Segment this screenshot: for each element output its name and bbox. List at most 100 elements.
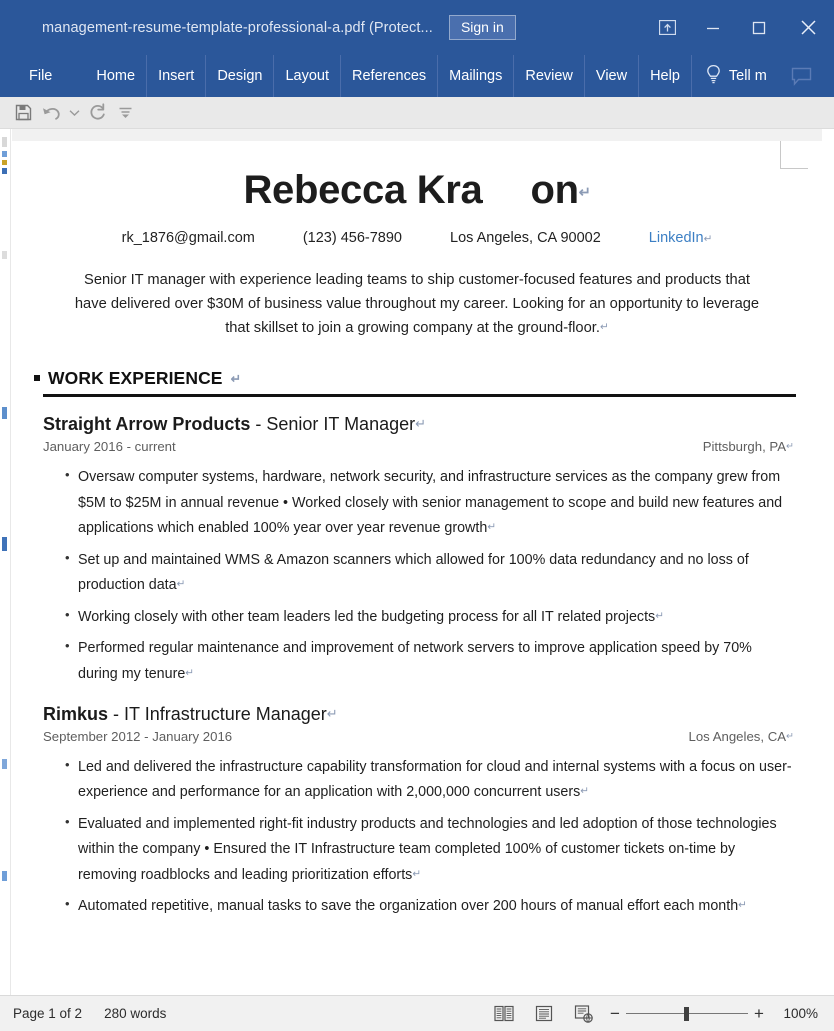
- page-indicator[interactable]: Page 1 of 2: [0, 1006, 82, 1021]
- job-bullet: • Performed regular maintenance and impr…: [65, 636, 792, 687]
- tell-me-label: Tell m: [728, 68, 767, 84]
- bullet-icon: •: [65, 813, 70, 829]
- job-bullet: • Set up and maintained WMS & Amazon sca…: [65, 548, 792, 599]
- maximize-icon[interactable]: [736, 9, 782, 47]
- job-dates: September 2012 - January 2016: [43, 728, 233, 744]
- rail-mark: [2, 168, 7, 174]
- job-location-wrap: Los Angeles, CA↵: [689, 729, 794, 744]
- job-entry: Straight Arrow Products - Senior IT Mana…: [30, 414, 804, 687]
- document-workspace: Rebecca Kra on↵ rk_1876@gmail.com (123) 4…: [0, 129, 834, 995]
- pilcrow-mark: ↵: [412, 868, 421, 880]
- comment-icon[interactable]: [791, 67, 812, 86]
- bullet-text: Evaluated and implemented right-fit indu…: [78, 812, 792, 888]
- zoom-slider[interactable]: [626, 1006, 748, 1021]
- sign-in-button[interactable]: Sign in: [448, 15, 516, 40]
- redo-icon[interactable]: [84, 100, 110, 126]
- job-location: Pittsburgh, PA: [702, 439, 787, 455]
- read-mode-icon[interactable]: [484, 999, 524, 1029]
- close-icon[interactable]: [782, 9, 834, 47]
- pilcrow-mark: ↵: [185, 667, 194, 679]
- pilcrow-mark: ↵: [326, 705, 338, 721]
- tab-layout[interactable]: Layout: [274, 55, 342, 97]
- pilcrow-mark: ↵: [738, 900, 747, 912]
- tab-references[interactable]: References: [341, 55, 439, 97]
- ribbon-display-options-icon[interactable]: [644, 9, 690, 47]
- job-company: Straight Arrow Products: [43, 414, 251, 435]
- chevron-down-icon[interactable]: [66, 100, 82, 126]
- section-divider: [43, 394, 796, 398]
- resume-name: Rebecca Kra on↵: [30, 168, 804, 213]
- bullet-body: Working closely with other team leaders …: [78, 608, 656, 625]
- bullet-icon: •: [65, 756, 70, 772]
- document-title: management-resume-template-professional-…: [42, 19, 433, 36]
- bullet-icon: •: [65, 467, 70, 483]
- tab-design[interactable]: Design: [206, 55, 275, 97]
- job-company: Rimkus: [43, 703, 109, 724]
- customize-qat-icon[interactable]: [112, 100, 138, 126]
- bullet-text: Performed regular maintenance and improv…: [78, 636, 792, 687]
- contact-phone: (123) 456-7890: [302, 230, 403, 246]
- document-page[interactable]: Rebecca Kra on↵ rk_1876@gmail.com (123) 4…: [12, 129, 822, 995]
- bullet-body: Automated repetitive, manual tasks to sa…: [78, 898, 739, 915]
- minimize-icon[interactable]: [690, 9, 736, 47]
- rail-mark: [2, 160, 7, 165]
- job-role: Senior IT Manager: [266, 414, 416, 435]
- pilcrow-mark: ↵: [655, 610, 664, 622]
- tab-mailings[interactable]: Mailings: [438, 55, 515, 97]
- job-bullet: • Automated repetitive, manual tasks to …: [65, 894, 792, 919]
- bullet-text: Automated repetitive, manual tasks to sa…: [78, 894, 792, 919]
- rail-mark: [2, 251, 7, 259]
- tab-view[interactable]: View: [585, 55, 640, 97]
- pilcrow-mark: ↵: [703, 234, 713, 245]
- bullet-body: Evaluated and implemented right-fit indu…: [78, 815, 777, 883]
- zoom-level-label[interactable]: 100%: [770, 1006, 822, 1021]
- job-role: IT Infrastructure Manager: [124, 703, 327, 724]
- job-bullet: • Led and delivered the infrastructure c…: [65, 755, 792, 806]
- job-bullet-list: • Oversaw computer systems, hardware, ne…: [30, 465, 804, 687]
- resume-summary: Senior IT manager with experience leadin…: [30, 269, 804, 340]
- tell-me-search[interactable]: Tell m: [692, 64, 767, 89]
- pilcrow-mark: ↵: [230, 372, 242, 387]
- zoom-slider-thumb[interactable]: [684, 1006, 689, 1021]
- tab-file[interactable]: File: [0, 55, 78, 97]
- pilcrow-mark: ↵: [786, 441, 794, 453]
- ribbon-tab-bar: File Home Insert Design Layout Reference…: [0, 55, 834, 97]
- contact-linkedin-link[interactable]: LinkedIn: [649, 230, 704, 246]
- job-separator: -: [250, 414, 267, 435]
- word-count[interactable]: 280 words: [82, 1006, 166, 1021]
- quick-access-toolbar: [0, 97, 834, 129]
- tab-review[interactable]: Review: [514, 55, 585, 97]
- contact-location: Los Angeles, CA 90002: [450, 230, 601, 246]
- bullet-icon: •: [65, 638, 70, 654]
- tab-insert[interactable]: Insert: [147, 55, 207, 97]
- job-location: Los Angeles, CA: [688, 728, 787, 744]
- job-title-line: Straight Arrow Products - Senior IT Mana…: [30, 414, 804, 435]
- zoom-in-button[interactable]: +: [748, 1004, 770, 1024]
- job-bullet: • Oversaw computer systems, hardware, ne…: [65, 465, 792, 541]
- tab-home[interactable]: Home: [78, 55, 148, 97]
- resume-content: Rebecca Kra on↵ rk_1876@gmail.com (123) 4…: [12, 141, 822, 926]
- tab-help[interactable]: Help: [639, 55, 692, 97]
- rail-mark: [2, 871, 7, 881]
- title-bar: management-resume-template-professional-…: [0, 0, 834, 55]
- web-layout-icon[interactable]: [564, 999, 604, 1029]
- print-layout-icon[interactable]: [524, 999, 564, 1029]
- page-top-gutter: [12, 129, 822, 141]
- section-bullet-icon: [34, 375, 40, 382]
- job-dates: January 2016 - current: [43, 439, 176, 455]
- undo-icon[interactable]: [38, 100, 64, 126]
- rail-mark: [2, 407, 7, 419]
- job-bullet: • Evaluated and implemented right-fit in…: [65, 812, 792, 888]
- resume-summary-text: Senior IT manager with experience leadin…: [74, 272, 760, 336]
- bullet-text: Working closely with other team leaders …: [78, 605, 792, 630]
- zoom-out-button[interactable]: −: [604, 1004, 626, 1024]
- pilcrow-mark: ↵: [580, 786, 589, 798]
- job-bullet: • Working closely with other team leader…: [65, 605, 792, 630]
- save-icon[interactable]: [10, 100, 36, 126]
- left-scroll-rail[interactable]: [0, 129, 11, 995]
- status-bar: Page 1 of 2 280 words − + 100%: [0, 995, 834, 1031]
- bullet-icon: •: [65, 606, 70, 622]
- title-bar-left-pad: [0, 27, 42, 28]
- lightbulb-icon: [705, 64, 722, 89]
- bullet-body: Oversaw computer systems, hardware, netw…: [78, 469, 783, 537]
